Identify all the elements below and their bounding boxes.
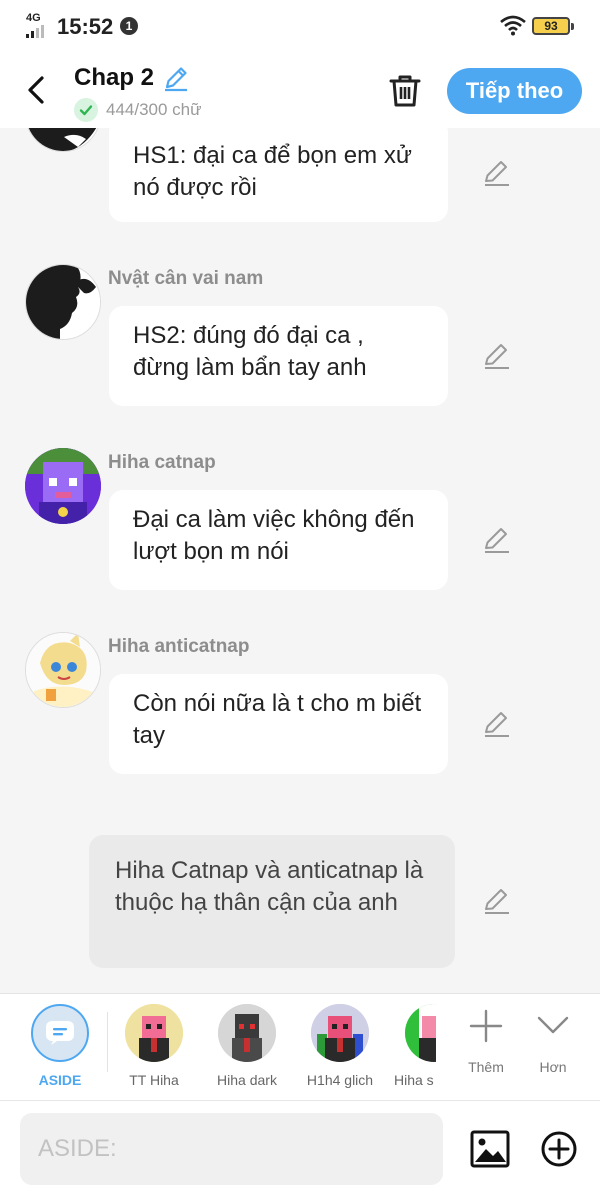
character-item[interactable]: Hiha dark: [202, 1004, 292, 1088]
divider: [107, 1012, 108, 1072]
notification-badge: 1: [120, 17, 138, 35]
trash-icon: [389, 75, 421, 107]
avatar[interactable]: [25, 128, 101, 152]
plus-icon: [469, 1009, 503, 1043]
character-item[interactable]: H1h4 glich: [295, 1004, 385, 1088]
add-button[interactable]: [540, 1130, 578, 1168]
battery-indicator: 93: [532, 17, 574, 35]
edit-pencil-icon[interactable]: [482, 525, 512, 555]
edit-pencil-icon[interactable]: [482, 886, 512, 916]
character-name: H1h4 glich: [306, 1072, 374, 1088]
character-avatar: [218, 1004, 276, 1062]
wifi-icon: [500, 14, 526, 41]
check-icon: [74, 98, 98, 122]
delete-button[interactable]: [386, 72, 424, 110]
character-item[interactable]: Hiha s: [388, 1004, 436, 1088]
word-count: 444/300 chữ: [74, 98, 202, 122]
expand-characters-button[interactable]: Hơn: [523, 1008, 583, 1075]
speaker-name: Nvật cân vai nam: [108, 268, 264, 289]
chapter-title: Chap 2: [74, 64, 155, 91]
character-picker: ASIDE TT Hiha Hiha dark H1h4 glich Hiha …: [0, 993, 600, 1101]
character-avatar: [405, 1004, 436, 1062]
character-item[interactable]: TT Hiha: [109, 1004, 199, 1088]
speaker-name: Hiha anticatnap: [108, 636, 250, 657]
avatar[interactable]: [25, 448, 101, 524]
edit-pencil-icon[interactable]: [482, 709, 512, 739]
message-bubble[interactable]: HS1: đại ca để bọn em xử nó được rồi: [109, 128, 448, 222]
character-avatar: [125, 1004, 183, 1062]
clock: 15:52: [57, 14, 114, 39]
message-bubble[interactable]: Còn nói nữa là t cho m biết tay: [109, 674, 448, 774]
avatar[interactable]: [25, 264, 101, 340]
character-aside[interactable]: ASIDE: [15, 1004, 105, 1088]
edit-pencil-icon[interactable]: [482, 341, 512, 371]
word-count-text: 444/300 chữ: [106, 100, 202, 119]
insert-image-button[interactable]: [470, 1129, 510, 1169]
image-icon: [470, 1130, 510, 1168]
character-name: ASIDE: [38, 1072, 82, 1088]
character-name: Hiha dark: [217, 1072, 277, 1088]
character-name: Hiha s: [394, 1072, 434, 1088]
aside-message-bubble[interactable]: Hiha Catnap và anticatnap là thuộc hạ th…: [89, 835, 455, 968]
next-button[interactable]: Tiếp theo: [447, 68, 582, 114]
character-name: TT Hiha: [129, 1072, 179, 1088]
chevron-left-icon: [28, 76, 44, 104]
back-button[interactable]: [20, 72, 56, 108]
speaker-name: Hiha catnap: [108, 452, 216, 473]
message-bubble[interactable]: HS2: đúng đó đại ca , đừng làm bẩn tay a…: [109, 306, 448, 406]
character-avatar: [311, 1004, 369, 1062]
plus-circle-icon: [541, 1131, 577, 1167]
message-input[interactable]: [20, 1113, 443, 1185]
add-character-label: Thêm: [468, 1059, 504, 1075]
input-bar: [0, 1101, 600, 1197]
chevron-down-icon: [537, 1016, 569, 1034]
app-header: Chap 2 444/300 chữ Tiếp theo: [0, 54, 600, 128]
message-bubble[interactable]: Đại ca làm việc không đến lượt bọn m nói: [109, 490, 448, 590]
edit-pencil-icon[interactable]: [482, 158, 512, 188]
aside-icon: [31, 1004, 89, 1062]
expand-label: Hơn: [539, 1059, 567, 1075]
status-bar: 4G 15:52 1 93: [0, 0, 600, 54]
avatar[interactable]: [25, 632, 101, 708]
add-character-button[interactable]: Thêm: [456, 1008, 516, 1075]
pencil-icon[interactable]: [162, 64, 190, 97]
network-type: 4G: [26, 12, 41, 24]
signal-icon: [26, 25, 44, 38]
chat-area[interactable]: HS1: đại ca để bọn em xử nó được rồi Nvậ…: [0, 128, 600, 993]
